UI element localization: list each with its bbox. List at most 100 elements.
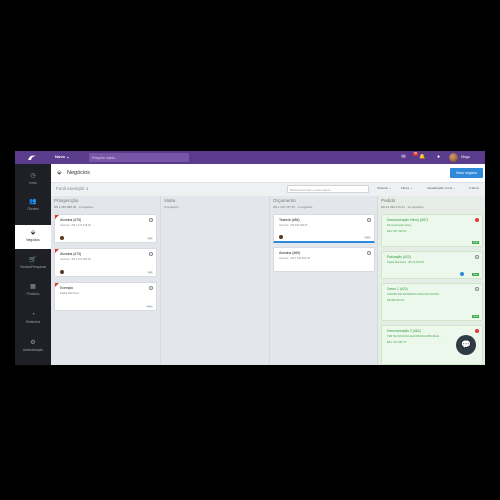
status-icon[interactable]: [367, 251, 371, 255]
tag-icon: ⬙: [30, 230, 36, 236]
sidebar-item-label: Administração: [22, 348, 44, 352]
column-summary: R$ 1.334.787,87 · 2 negócios: [273, 205, 313, 209]
sidebar-item-label: Início: [29, 181, 37, 185]
mail-icon[interactable]: ✉: [400, 154, 407, 161]
order-dropdown[interactable]: Ordenar ⌄: [377, 186, 391, 190]
filters-dropdown[interactable]: Filtros ⌄: [401, 186, 413, 190]
sidebar-item-produtos[interactable]: ▦ Produtos: [15, 279, 51, 303]
user-name[interactable]: Diogo: [461, 155, 470, 159]
owner-avatar: [279, 235, 283, 239]
status-icon[interactable]: [475, 218, 479, 222]
deal-card[interactable]: Alumina (#69) Alumina · R$ 3.780.652,00: [273, 247, 375, 272]
box-icon: ▦: [30, 284, 36, 290]
deal-title: Alumina (#73): [60, 252, 82, 256]
deal-title: Exemplo: [60, 286, 74, 290]
status-icon[interactable]: [149, 286, 153, 290]
filters-label: Filtros: [401, 186, 410, 191]
sidebar-item-label: Relatórios: [25, 320, 41, 324]
deal-client: Demonstração Henry: [387, 224, 412, 227]
notifications-badge: 99: [413, 152, 418, 156]
new-menu-label: Novo: [55, 154, 65, 159]
clock-icon: ◷: [30, 173, 36, 179]
priority-flag: [55, 283, 59, 287]
status-icon[interactable]: [475, 287, 479, 291]
deal-title: Demonstração Henry (#57): [387, 218, 428, 222]
deal-client: GRANPLINE MATERIAIS PARA ESCRITÓRI...: [387, 293, 441, 296]
sidebar-item-negocios[interactable]: ⬙ Negócios: [15, 225, 51, 249]
priority-flag: [55, 249, 59, 253]
priority-flag: [55, 215, 59, 219]
deal-client: Alumina · R$ 340.096,87: [279, 224, 308, 227]
column-title: Visita: [164, 198, 176, 203]
deal-value: R$ 2.367.000,00: [387, 230, 407, 233]
funnel-selector[interactable]: Funil exemplo 1: [56, 186, 88, 191]
sidebar-item-label: Produtos: [26, 292, 40, 296]
deal-card[interactable]: Testeok (#84) Alumina · R$ 340.096,87 Ho…: [273, 214, 375, 243]
sidebar-item-label: Vendas/Pesquisas: [19, 265, 47, 269]
column-summary: R$ 34.096.270,24 · 14 negócios: [381, 205, 424, 209]
deal-client: TEB TECNOLOGIA ELETRONICA BRASILEI...: [387, 335, 442, 338]
deal-title: Testeok (#84): [279, 218, 300, 222]
menu-button[interactable]: ≡ Menu: [469, 186, 479, 190]
column-title: Pedido: [381, 198, 396, 203]
app-logo[interactable]: [27, 154, 37, 161]
sidebar-item-administracao[interactable]: ⚙ Administração: [15, 335, 51, 359]
status-icon[interactable]: [475, 255, 479, 259]
deal-title: Alumina (#75): [60, 218, 82, 222]
funnel-toolbar: Funil exemplo 1 Buscar pelo título ou pe…: [51, 183, 485, 194]
deal-card[interactable]: Exemplo Digital Machines Hoje: [54, 282, 157, 311]
deal-tag: HH: [147, 237, 153, 240]
deal-card[interactable]: Alumina (#73) Alumina · R$ 1.167.000,00 …: [54, 248, 157, 277]
hamburger-icon: ≡: [469, 186, 471, 191]
deal-title: Demonstração 2 (#62): [387, 329, 421, 333]
status-icon[interactable]: [367, 218, 371, 222]
kanban-board: Prospecção R$ 1.381.888,00 · 3 negócios …: [51, 196, 485, 365]
new-deal-button[interactable]: Novo negócio: [450, 168, 483, 178]
deal-card[interactable]: Demo 1 (#22) GRANPLINE MATERIAIS PARA ES…: [381, 283, 483, 321]
status-icon[interactable]: [149, 218, 153, 222]
sidebar-item-clientes[interactable]: 👥 Clientes: [15, 194, 51, 218]
chat-icon[interactable]: 💬: [456, 335, 476, 355]
deal-title: Patinação (#22): [387, 255, 411, 259]
new-menu-button[interactable]: Novo ⌄: [55, 154, 69, 159]
deal-search-input[interactable]: Buscar pelo título ou pelo cliente: [287, 185, 369, 193]
column-summary: 0 negócios: [164, 205, 179, 209]
gear-icon: ⚙: [30, 340, 36, 346]
sidebar-item-relatorios[interactable]: ◔ Relatórios: [15, 307, 51, 331]
bell-icon[interactable]: 🔔: [419, 154, 426, 161]
notifications-icon[interactable]: ●: [435, 154, 442, 161]
status-icon[interactable]: [475, 329, 479, 333]
deal-client: Alumina · R$ 1.167.000,00: [60, 258, 91, 261]
app-window: Novo ⌄ Pesquise rápido... ✉ 🔔 ● 99 Diogo…: [15, 151, 485, 365]
column-orcamento: Orçamento R$ 1.334.787,87 · 2 negócios T…: [269, 196, 377, 365]
sidebar-item-vendas[interactable]: 🛒 Vendas/Pesquisas: [15, 252, 51, 276]
view-dropdown[interactable]: Visualização: Funil ⌄: [427, 186, 455, 190]
menu-label: Menu: [471, 186, 480, 191]
deal-value: R$ 380.000,00: [387, 299, 405, 302]
sidebar-item-inicio[interactable]: ◷ Início: [15, 168, 51, 192]
users-icon: 👥: [29, 199, 37, 205]
order-label: Ordenar: [377, 186, 389, 191]
deal-tag: Hoje: [146, 305, 153, 308]
sidebar: ◷ Início 👥 Clientes ⬙ Negócios 🛒 Vendas/…: [15, 164, 51, 365]
page-header: ⬙ Negócios Novo negócio: [51, 164, 485, 183]
status-icon[interactable]: [149, 252, 153, 256]
chevron-down-icon: ⌄: [66, 154, 70, 159]
deal-tag: Hoje: [364, 236, 371, 239]
deal-client: Alumina · R$ 3.780.652,00: [279, 257, 310, 260]
deal-card[interactable]: Demonstração Henry (#57) Demonstração He…: [381, 214, 483, 247]
deal-card[interactable]: Patinação (#22) Digital Machines · R$ 70…: [381, 251, 483, 279]
deal-client: Alumina · R$ 1.274.518,00: [60, 224, 91, 227]
deal-tag: HH: [147, 271, 153, 274]
deal-card[interactable]: Alumina (#75) Alumina · R$ 1.274.518,00 …: [54, 214, 157, 243]
user-avatar[interactable]: [449, 153, 458, 162]
column-visita: Visita 0 negócios: [160, 196, 269, 365]
sidebar-item-label: Clientes: [27, 207, 39, 211]
column-title: Prospecção: [54, 198, 79, 203]
activity-dot: [460, 272, 464, 276]
owner-avatar: [60, 270, 64, 274]
global-search-input[interactable]: Pesquise rápido...: [89, 153, 189, 162]
deal-title: Demo 1 (#22): [387, 287, 408, 291]
tag-icon: ⬙: [57, 170, 62, 176]
deal-tag: RUB: [472, 315, 479, 318]
